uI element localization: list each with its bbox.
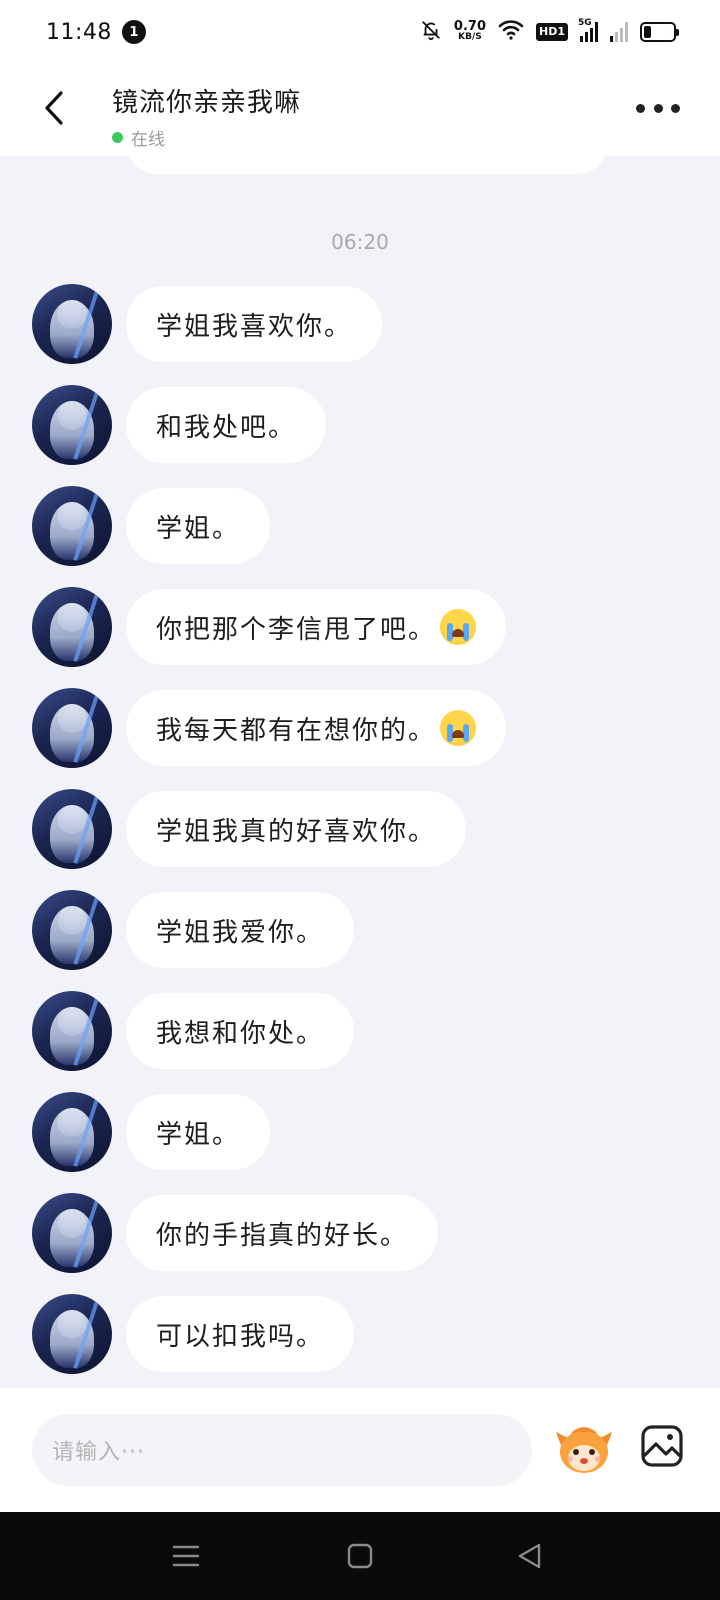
contact-avatar[interactable] xyxy=(32,890,112,970)
message-row: 学姐我真的好喜欢你。 xyxy=(32,789,467,869)
online-dot-icon xyxy=(112,132,123,143)
network-speed-value: 0.70 xyxy=(453,19,486,34)
contact-avatar[interactable] xyxy=(32,486,112,566)
message-bubble[interactable]: 学姐。 xyxy=(126,488,271,564)
more-options-button[interactable] xyxy=(636,96,680,120)
message-timestamp: 06:20 xyxy=(331,230,389,254)
signal-icon: 5G xyxy=(578,18,598,42)
previous-message-bubble xyxy=(128,156,606,174)
message-text: 我想和你处。 xyxy=(156,1018,325,1049)
message-text: 我每天都有在想你的。 xyxy=(156,715,437,746)
crying-face-icon xyxy=(440,609,477,645)
nav-back-button[interactable] xyxy=(512,1538,548,1574)
message-bubble[interactable]: 和我处吧。 xyxy=(126,387,327,463)
notification-count-badge: 1 xyxy=(121,20,146,44)
message-text: 学姐。 xyxy=(156,1119,241,1150)
message-list[interactable]: 06:20 学姐我喜欢你。 和我处吧。 学姐。 你把那个李信甩了吧。 我每天都有在想你的… xyxy=(0,156,720,1388)
contact-avatar[interactable] xyxy=(32,587,112,667)
sticker-button[interactable] xyxy=(554,1418,614,1478)
chat-header: 镜流你亲亲我嘛 在线 xyxy=(0,64,720,156)
crying-face-icon xyxy=(440,710,477,746)
message-bubble[interactable]: 学姐我喜欢你。 xyxy=(126,286,383,362)
home-square-icon xyxy=(347,1543,373,1569)
message-text: 你把那个李信甩了吧。 xyxy=(156,614,437,645)
mascot-face-icon xyxy=(556,1427,612,1473)
chat-title: 镜流你亲亲我嘛 xyxy=(112,88,302,118)
image-picker-button[interactable] xyxy=(640,1424,684,1468)
hd-badge: HD1 xyxy=(536,23,568,41)
message-row: 你把那个李信甩了吧。 xyxy=(32,587,507,667)
message-row: 可以扣我吗。 xyxy=(32,1294,355,1374)
image-icon xyxy=(641,1425,683,1467)
back-button[interactable] xyxy=(36,86,72,130)
contact-avatar[interactable] xyxy=(32,284,112,364)
status-time: 11:48 xyxy=(46,19,112,45)
message-text: 可以扣我吗。 xyxy=(156,1321,325,1352)
status-right: 0.70 KB/S HD1 5G xyxy=(420,18,679,45)
status-left: 11:48 1 xyxy=(46,20,146,45)
more-dot-icon xyxy=(653,103,663,113)
back-triangle-icon xyxy=(518,1543,541,1569)
presence-status: 在线 xyxy=(112,125,301,150)
message-input-placeholder: 请输入··· xyxy=(52,1440,145,1465)
message-text: 学姐我喜欢你。 xyxy=(156,311,353,342)
chevron-left-icon xyxy=(45,91,63,125)
message-bubble[interactable]: 你的手指真的好长。 xyxy=(126,1195,439,1271)
battery-fill xyxy=(644,26,651,38)
more-dot-icon xyxy=(671,103,680,113)
more-dot-icon xyxy=(636,103,645,113)
message-text: 学姐。 xyxy=(156,513,241,544)
message-text: 你的手指真的好长。 xyxy=(156,1220,409,1251)
contact-avatar[interactable] xyxy=(32,385,112,465)
message-bubble[interactable]: 学姐我真的好喜欢你。 xyxy=(126,791,467,867)
nav-home-button[interactable] xyxy=(342,1538,378,1574)
menu-icon xyxy=(172,1545,200,1567)
message-input[interactable]: 请输入··· xyxy=(32,1414,532,1486)
message-text: 学姐我爱你。 xyxy=(156,917,325,948)
network-speed: 0.70 KB/S xyxy=(453,19,486,42)
message-bubble[interactable]: 学姐我爱你。 xyxy=(126,892,355,968)
network-speed-unit: KB/S xyxy=(458,32,482,42)
title-block[interactable]: 镜流你亲亲我嘛 在线 xyxy=(112,82,301,150)
message-row: 你的手指真的好长。 xyxy=(32,1193,439,1273)
presence-label: 在线 xyxy=(131,130,165,150)
message-bubble[interactable]: 学姐。 xyxy=(126,1094,271,1170)
status-bar: 11:48 1 0.70 KB/S HD1 5G xyxy=(0,0,720,64)
network-type-label: 5G xyxy=(578,18,592,28)
message-row: 学姐我喜欢你。 xyxy=(32,284,383,364)
message-row: 我每天都有在想你的。 xyxy=(32,688,507,768)
contact-avatar[interactable] xyxy=(32,1294,112,1374)
message-row: 学姐。 xyxy=(32,1092,271,1172)
message-row: 学姐。 xyxy=(32,486,271,566)
nav-menu-button[interactable] xyxy=(168,1538,204,1574)
message-text: 学姐我真的好喜欢你。 xyxy=(156,816,437,847)
message-bubble[interactable]: 我每天都有在想你的。 xyxy=(126,690,507,766)
contact-avatar[interactable] xyxy=(32,688,112,768)
message-row: 和我处吧。 xyxy=(32,385,327,465)
message-bubble[interactable]: 可以扣我吗。 xyxy=(126,1296,355,1372)
message-bubble[interactable]: 你把那个李信甩了吧。 xyxy=(126,589,507,665)
signal-secondary-icon xyxy=(610,22,628,42)
system-nav-bar xyxy=(0,1512,720,1600)
contact-avatar[interactable] xyxy=(32,789,112,869)
wifi-icon xyxy=(498,19,524,45)
contact-avatar[interactable] xyxy=(32,991,112,1071)
input-bar: 请输入··· xyxy=(0,1388,720,1512)
message-text: 和我处吧。 xyxy=(156,412,297,443)
contact-avatar[interactable] xyxy=(32,1193,112,1273)
message-row: 学姐我爱你。 xyxy=(32,890,355,970)
message-bubble[interactable]: 我想和你处。 xyxy=(126,993,355,1069)
bell-off-icon xyxy=(420,19,442,45)
battery-icon xyxy=(640,22,679,42)
contact-avatar[interactable] xyxy=(32,1092,112,1172)
message-row: 我想和你处。 xyxy=(32,991,355,1071)
